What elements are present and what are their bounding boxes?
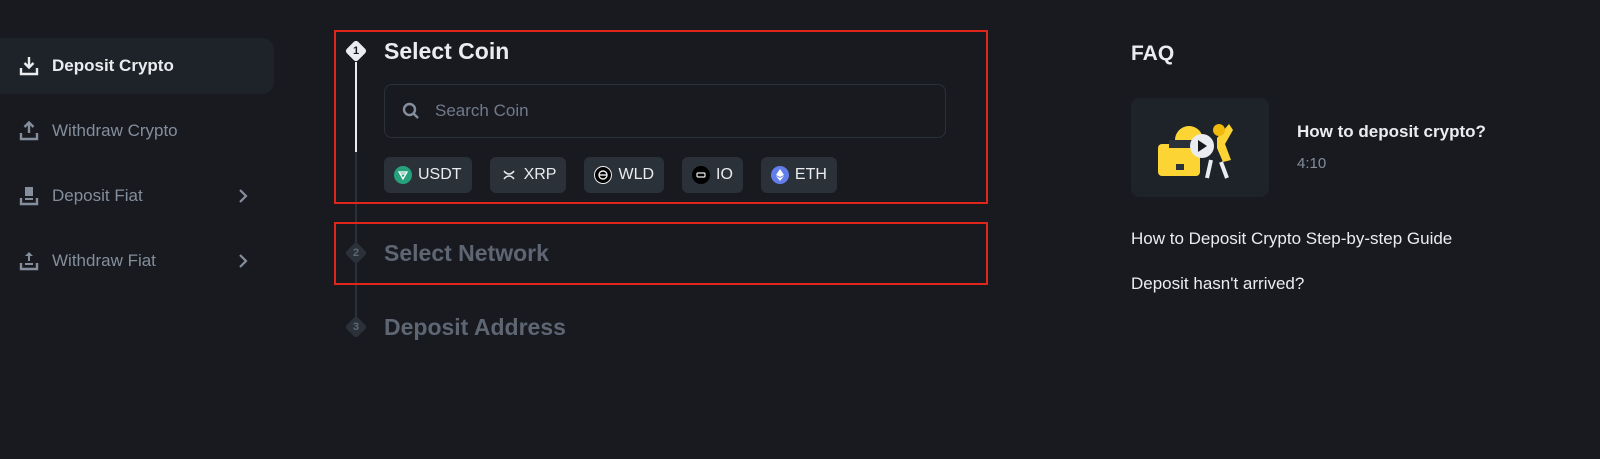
video-title[interactable]: How to deposit crypto? bbox=[1297, 122, 1486, 142]
deposit-illustration-icon bbox=[1158, 124, 1233, 179]
faq-link-deposit-guide[interactable]: How to Deposit Crypto Step-by-step Guide bbox=[1131, 229, 1452, 249]
chevron-right-icon bbox=[239, 189, 248, 203]
sidebar-item-label: Withdraw Crypto bbox=[52, 121, 178, 140]
video-duration: 4:10 bbox=[1297, 155, 1327, 172]
withdraw-fiat-icon bbox=[18, 250, 40, 272]
faq-link-deposit-not-arrived[interactable]: Deposit hasn't arrived? bbox=[1131, 274, 1304, 294]
faq-title: FAQ bbox=[1131, 42, 1175, 65]
sidebar-item-deposit-crypto[interactable]: Deposit Crypto bbox=[0, 38, 274, 94]
step-3-badge: 3 bbox=[344, 315, 368, 339]
highlight-box-select-network bbox=[334, 222, 988, 285]
download-icon bbox=[18, 55, 40, 77]
upload-icon bbox=[18, 120, 40, 142]
sidebar-item-withdraw-fiat[interactable]: Withdraw Fiat bbox=[0, 233, 274, 289]
sidebar-item-label: Withdraw Fiat bbox=[52, 251, 156, 270]
sidebar-item-withdraw-crypto[interactable]: Withdraw Crypto bbox=[0, 103, 274, 159]
deposit-fiat-icon bbox=[18, 185, 40, 207]
step-3-title: Deposit Address bbox=[384, 314, 566, 340]
sidebar-item-deposit-fiat[interactable]: Deposit Fiat bbox=[0, 168, 274, 224]
sidebar-item-label: Deposit Fiat bbox=[52, 186, 143, 205]
chevron-right-icon bbox=[239, 254, 248, 268]
highlight-box-select-coin bbox=[334, 30, 988, 204]
sidebar-item-label: Deposit Crypto bbox=[52, 56, 174, 75]
sidebar: Deposit Crypto Withdraw Crypto Deposit F… bbox=[0, 38, 274, 298]
video-thumbnail[interactable] bbox=[1131, 98, 1269, 197]
